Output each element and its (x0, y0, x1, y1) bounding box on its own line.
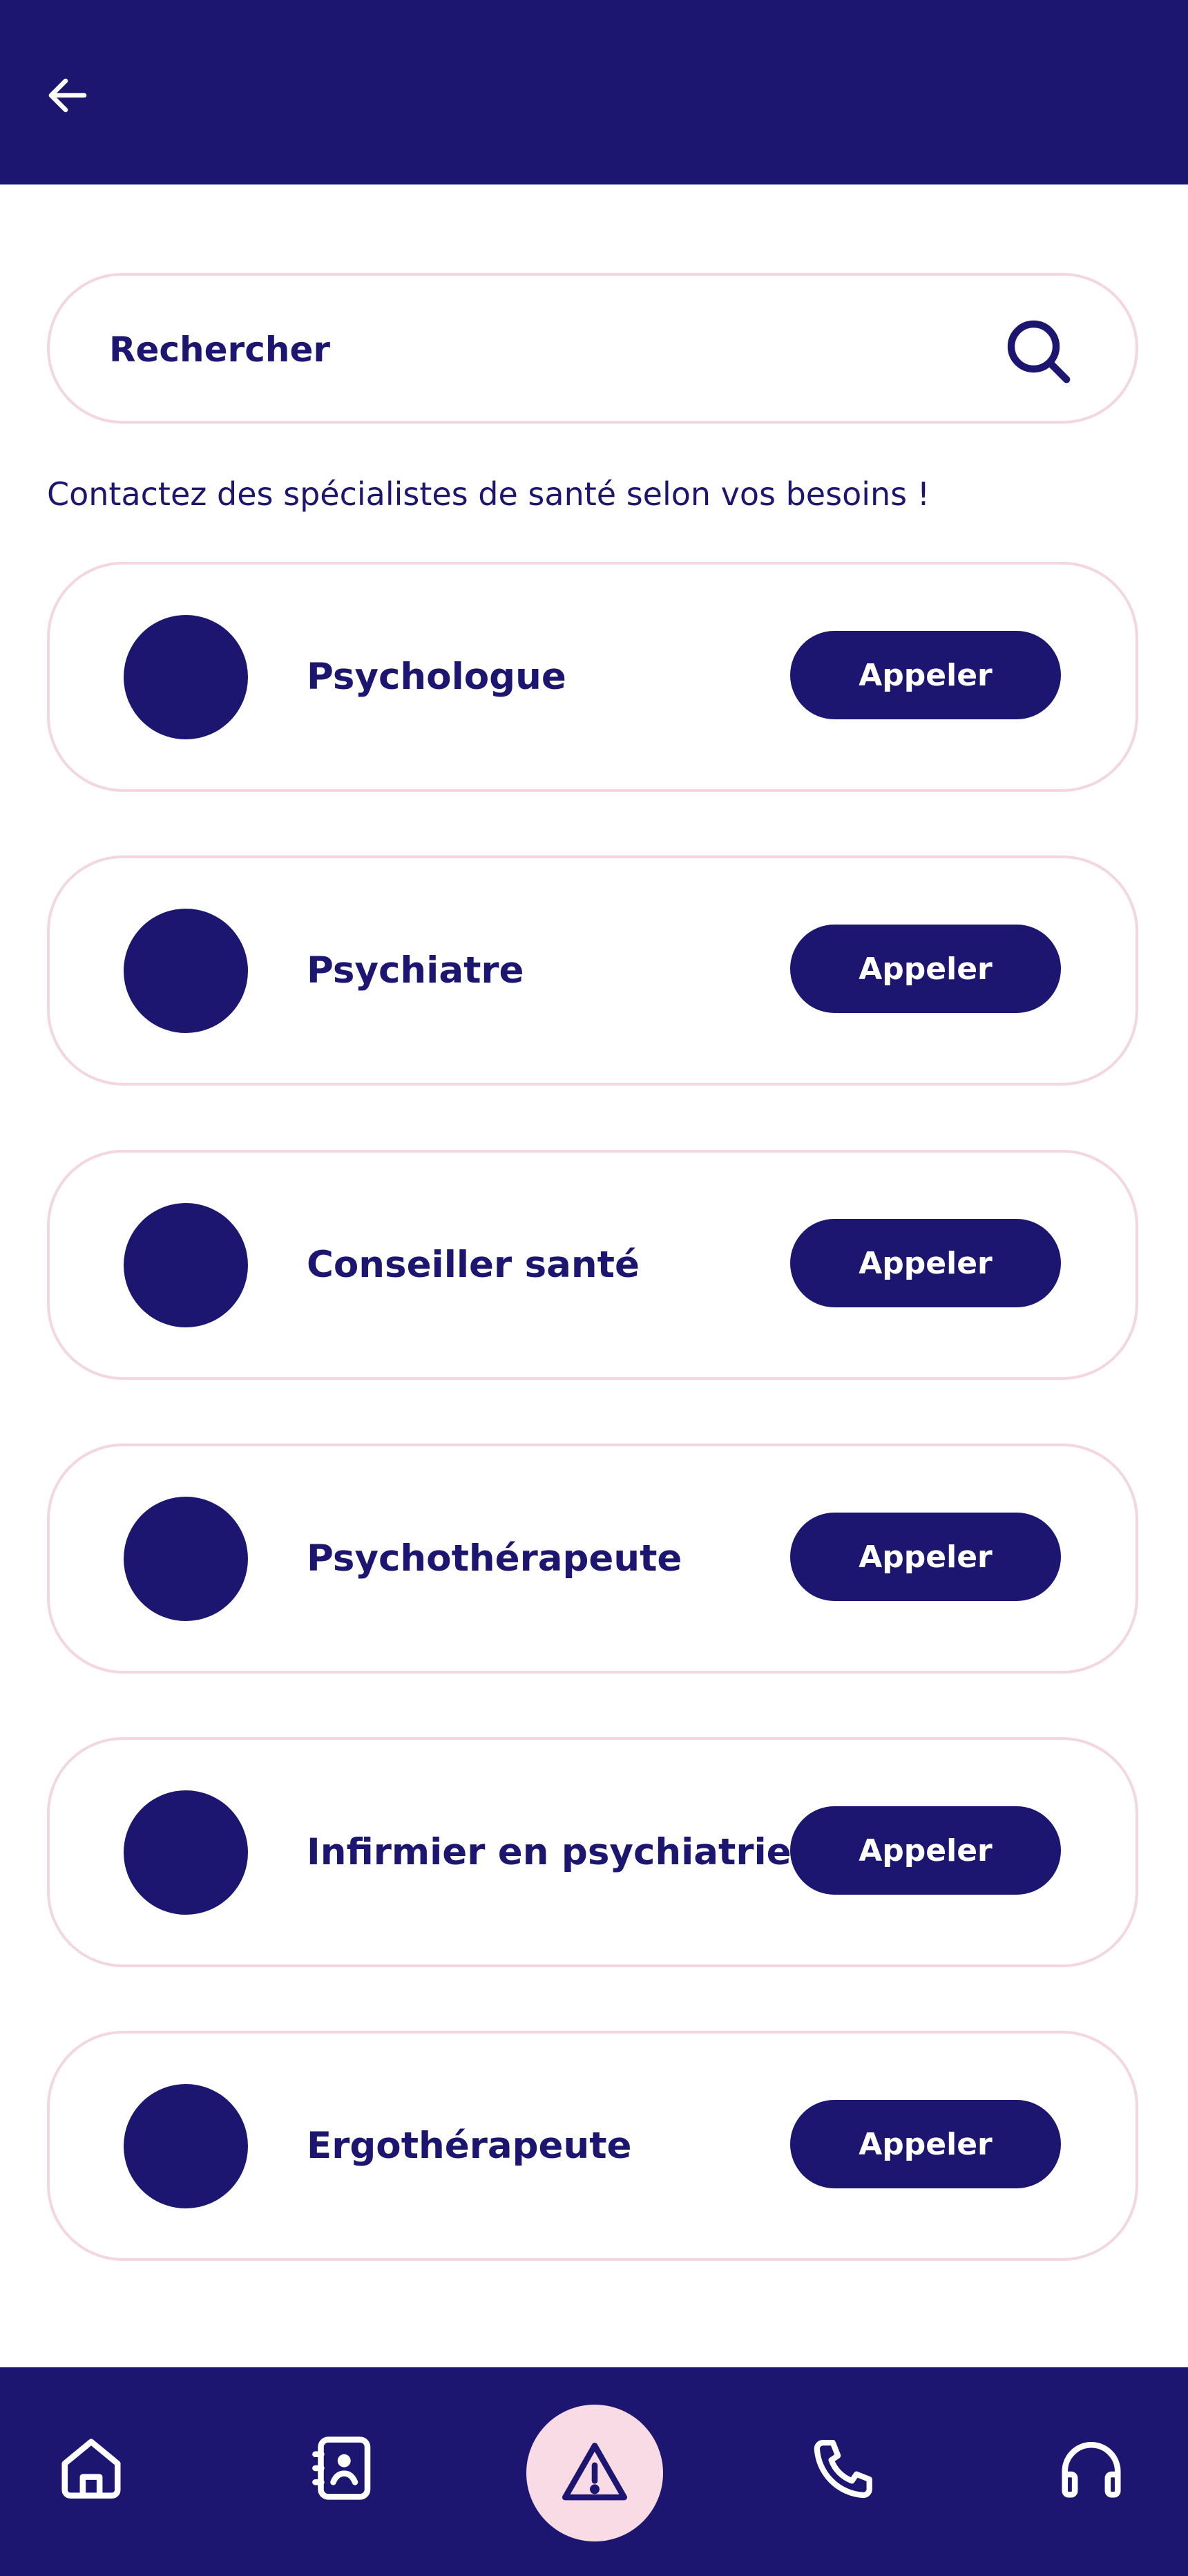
nav-phone[interactable] (804, 2427, 887, 2510)
specialist-title: Psychiatre (307, 949, 524, 992)
avatar (124, 1497, 248, 1621)
intro-text: Contactez des spécialistes de santé selo… (47, 475, 930, 513)
search-icon (1007, 320, 1071, 383)
call-button[interactable]: Appeler (790, 1513, 1061, 1601)
contact-card-icon (312, 2436, 371, 2500)
specialist-title: Psychologue (307, 656, 566, 698)
warning-icon (562, 2443, 628, 2501)
specialist-card: Psychiatre Appeler (47, 855, 1138, 1086)
nav-contacts[interactable] (301, 2427, 384, 2510)
bottom-nav (0, 2367, 1188, 2576)
avatar (124, 2084, 248, 2208)
home-icon (61, 2438, 121, 2499)
avatar (124, 909, 248, 1033)
specialist-list: Psychologue Appeler Psychiatre Appeler C… (47, 562, 1138, 2324)
search-bar (47, 273, 1138, 424)
call-button[interactable]: Appeler (790, 2100, 1061, 2188)
back-button[interactable] (39, 66, 97, 124)
arrow-left-icon (48, 78, 87, 113)
headphones-icon (1062, 2441, 1121, 2498)
specialist-card: Conseiller santé Appeler (47, 1150, 1138, 1380)
top-app-bar (0, 0, 1188, 184)
specialist-title: Infirmier en psychiatrie (307, 1831, 792, 1873)
specialist-card: Infirmier en psychiatrie Appeler (47, 1737, 1138, 1967)
specialist-card: Psychologue Appeler (47, 562, 1138, 792)
nav-emergency[interactable] (526, 2405, 663, 2541)
nav-home[interactable] (50, 2427, 133, 2510)
specialist-title: Psychothérapeute (307, 1537, 682, 1580)
specialist-card: Psychothérapeute Appeler (47, 1443, 1138, 1674)
nav-support[interactable] (1050, 2427, 1133, 2510)
call-button[interactable]: Appeler (790, 925, 1061, 1013)
search-button[interactable] (1000, 313, 1076, 389)
call-button[interactable]: Appeler (790, 1806, 1061, 1895)
avatar (124, 615, 248, 739)
call-button[interactable]: Appeler (790, 631, 1061, 719)
specialist-title: Ergothérapeute (307, 2125, 632, 2167)
avatar (124, 1203, 248, 1327)
specialist-card: Ergothérapeute Appeler (47, 2031, 1138, 2261)
specialist-title: Conseiller santé (307, 1244, 640, 1286)
phone-icon (814, 2440, 872, 2499)
search-input[interactable] (108, 310, 1008, 389)
avatar (124, 1790, 248, 1915)
call-button[interactable]: Appeler (790, 1219, 1061, 1307)
